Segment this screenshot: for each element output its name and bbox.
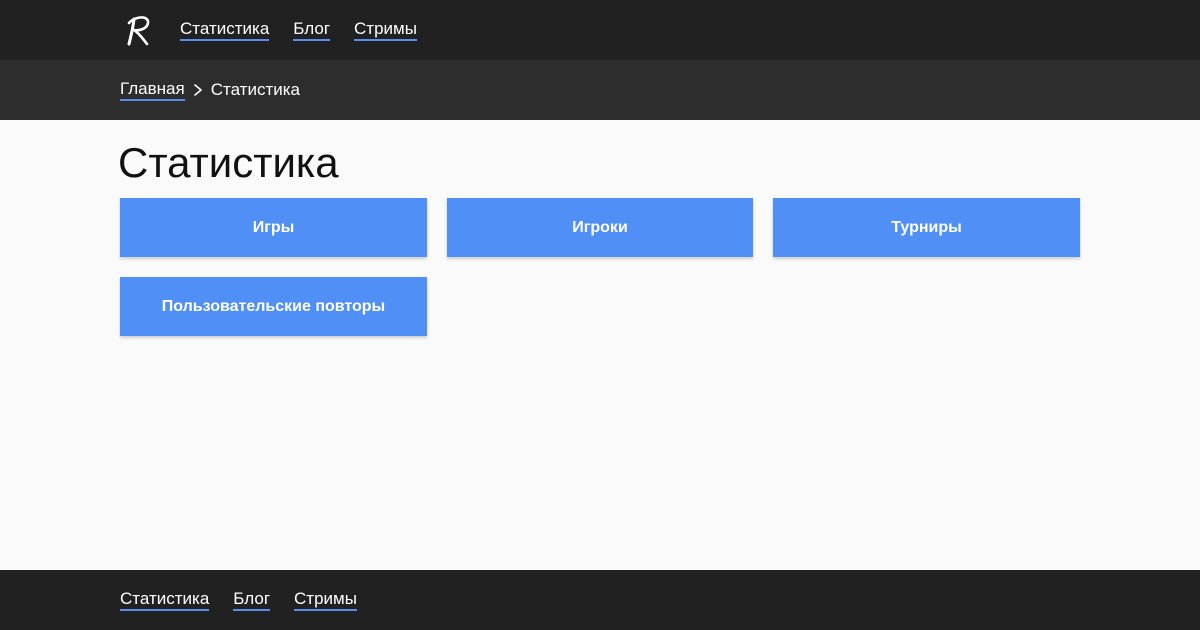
footer-nav-link-streams[interactable]: Стримы (294, 589, 357, 611)
footer-nav-link-blog[interactable]: Блог (233, 589, 271, 611)
footer-nav: Статистика Блог Стримы (120, 589, 357, 611)
breadcrumb: Главная Статистика (120, 79, 300, 101)
top-nav: Статистика Блог Стримы (180, 19, 417, 41)
players-button[interactable]: Игроки (447, 198, 753, 257)
site-logo-icon[interactable] (125, 12, 153, 48)
page-title: Статистика (118, 139, 339, 186)
tournaments-button[interactable]: Турниры (773, 198, 1080, 257)
chevron-right-icon (191, 80, 205, 100)
top-nav-link-statistics[interactable]: Статистика (180, 19, 270, 41)
footer-nav-link-statistics[interactable]: Статистика (120, 589, 210, 611)
top-nav-link-streams[interactable]: Стримы (354, 19, 417, 41)
user-replays-button[interactable]: Пользовательские повторы (120, 277, 427, 336)
top-nav-link-blog[interactable]: Блог (293, 19, 331, 41)
games-button[interactable]: Игры (120, 198, 427, 257)
breadcrumb-current: Статистика (210, 80, 301, 99)
breadcrumb-home-link[interactable]: Главная (120, 79, 185, 101)
